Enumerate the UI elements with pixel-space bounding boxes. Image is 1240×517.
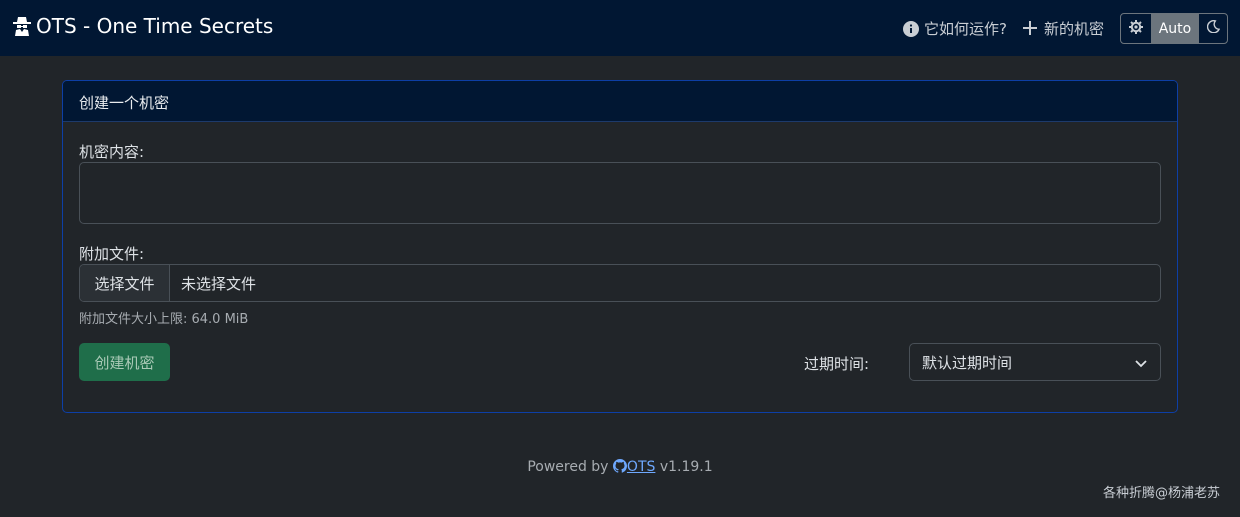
expiry-selected-value: 默认过期时间 <box>922 353 1013 372</box>
brand-title: OTS - One Time Secrets <box>36 14 274 38</box>
github-icon <box>612 459 627 473</box>
file-name-display: 未选择文件 <box>181 274 257 293</box>
create-secret-card: 创建一个机密 机密内容: 附加文件: 选择文件 未选择文件 附加文件大小上限: … <box>62 80 1178 413</box>
nav-right: 它如何运作? 新的机密 Auto <box>903 13 1228 44</box>
how-it-works-label: 它如何运作? <box>924 20 1007 38</box>
info-icon <box>903 20 920 37</box>
chevron-down-icon <box>1134 356 1148 370</box>
file-input[interactable]: 选择文件 未选择文件 <box>79 264 1161 302</box>
theme-dark-button[interactable] <box>1199 14 1227 43</box>
brand-link[interactable]: OTS - One Time Secrets <box>12 14 273 38</box>
plus-icon <box>1022 20 1039 37</box>
ots-github-link[interactable]: OTS <box>612 459 656 475</box>
ots-link-label: OTS <box>626 459 656 475</box>
attach-label: 附加文件: <box>79 245 145 263</box>
spy-icon <box>12 15 32 37</box>
version-text: v1.19.1 <box>659 459 713 475</box>
new-secret-link[interactable]: 新的机密 <box>1022 18 1104 39</box>
expiry-label: 过期时间: <box>804 355 870 373</box>
secret-textarea[interactable] <box>79 162 1161 224</box>
how-it-works-link[interactable]: 它如何运作? <box>903 18 1007 39</box>
create-secret-button[interactable]: 创建机密 <box>79 343 170 381</box>
secret-label: 机密内容: <box>79 143 145 161</box>
card-header: 创建一个机密 <box>63 81 1177 122</box>
footer: Powered by OTS v1.19.1 <box>0 459 1240 475</box>
expiry-select[interactable]: 默认过期时间 <box>909 343 1161 381</box>
theme-switcher: Auto <box>1120 13 1228 44</box>
powered-by-text: Powered by <box>527 459 609 475</box>
theme-light-button[interactable] <box>1121 14 1151 43</box>
theme-auto-button[interactable]: Auto <box>1151 14 1199 43</box>
moon-icon <box>1206 19 1220 37</box>
navbar: OTS - One Time Secrets 它如何运作? 新的机密 Auto <box>0 0 1240 56</box>
new-secret-label: 新的机密 <box>1043 20 1104 38</box>
choose-file-button[interactable]: 选择文件 <box>80 265 170 301</box>
file-size-help: 附加文件大小上限: 64.0 MiB <box>79 312 249 327</box>
watermark: 各种折腾@杨浦老苏 <box>1102 486 1220 501</box>
gear-icon <box>1129 19 1143 38</box>
